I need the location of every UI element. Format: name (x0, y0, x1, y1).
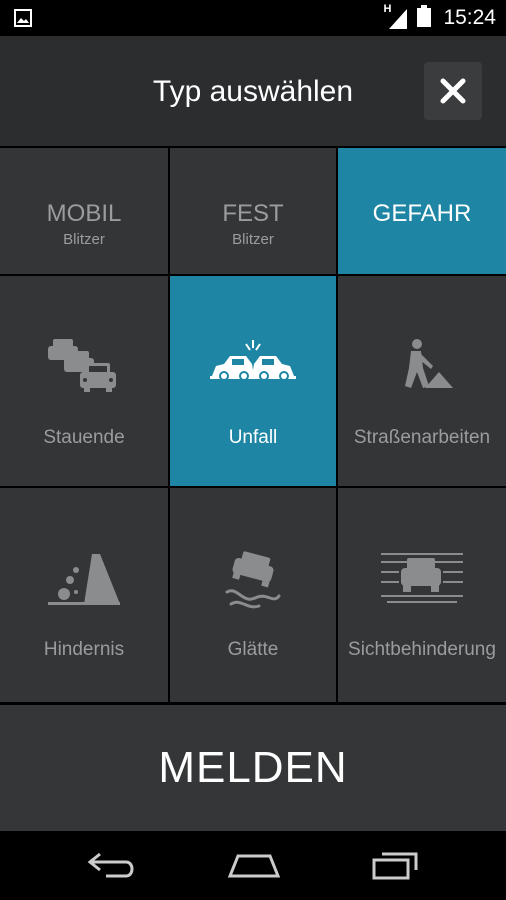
hazard-label: Straßenarbeiten (353, 427, 491, 448)
network-type-label: H (383, 3, 392, 15)
tab-label: GEFAHR (372, 200, 472, 227)
car-crash-icon (210, 340, 296, 381)
clock: 15:24 (443, 6, 496, 29)
tab-mobil[interactable]: MOBIL Blitzer (0, 148, 168, 274)
fog-icon (381, 553, 463, 603)
hazard-label: Sichtbehinderung (348, 639, 496, 660)
hazard-label: Stauende (43, 427, 125, 448)
falling-rocks-icon (48, 554, 120, 605)
close-button[interactable] (424, 62, 482, 120)
hazard-stauende[interactable]: Stauende (0, 276, 168, 486)
tab-sublabel: Blitzer (63, 231, 105, 248)
back-icon[interactable] (86, 848, 138, 887)
hazard-unfall[interactable]: Unfall (170, 276, 336, 486)
hazard-glaette[interactable]: Glätte (170, 488, 336, 702)
hazard-sichtbehinderung[interactable]: Sichtbehinderung (338, 488, 506, 702)
road-works-icon (405, 339, 453, 388)
header: Typ auswählen (0, 36, 506, 146)
tab-gefahr[interactable]: GEFAHR (338, 148, 506, 274)
tab-fest[interactable]: FEST Blitzer (170, 148, 336, 274)
hazard-label: Hindernis (43, 639, 125, 660)
hazard-hindernis[interactable]: Hindernis (0, 488, 168, 702)
signal-icon: H (383, 3, 409, 29)
traffic-jam-icon (48, 339, 116, 392)
navigation-bar (0, 832, 506, 900)
battery-icon (417, 4, 432, 32)
image-notification-icon (14, 9, 32, 32)
hazard-strassenarbeiten[interactable]: Straßenarbeiten (338, 276, 506, 486)
hazard-label: Glätte (227, 639, 279, 660)
melden-label: MELDEN (158, 743, 348, 792)
home-icon[interactable] (226, 848, 282, 887)
tab-sublabel: Blitzer (232, 231, 274, 248)
melden-button[interactable]: MELDEN (0, 705, 506, 831)
hazard-label: Unfall (228, 427, 278, 448)
close-icon (440, 78, 466, 104)
slippery-road-icon (225, 551, 281, 609)
recents-icon[interactable] (370, 848, 420, 887)
tab-label: MOBIL (46, 200, 122, 227)
status-bar: H 15:24 (0, 0, 506, 36)
tab-label: FEST (222, 200, 284, 227)
